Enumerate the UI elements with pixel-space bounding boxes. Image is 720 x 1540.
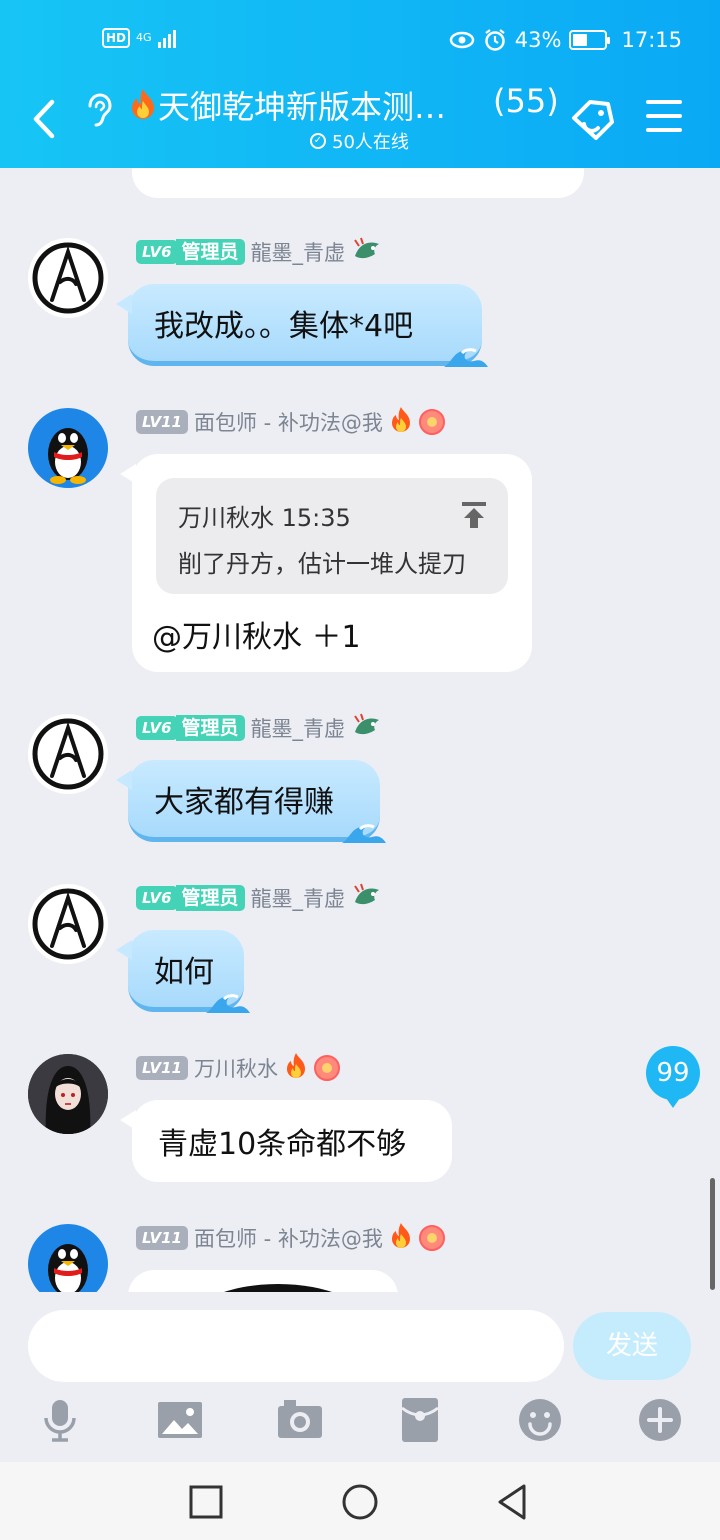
nav-bar: 天御乾坤新版本测… (55) ✓ 50人在线 — [0, 82, 720, 162]
avatar[interactable] — [28, 1224, 108, 1292]
avatar[interactable] — [28, 408, 108, 488]
message-text: @万川秋水 ＋1 — [152, 620, 361, 655]
eye-icon — [449, 31, 475, 49]
admin-badge: 管理员 — [175, 715, 245, 741]
quote-header: 万川秋水 15:35 — [178, 504, 351, 532]
battery-icon — [569, 30, 611, 50]
input-bar: 发送 — [0, 1292, 720, 1462]
back-icon[interactable] — [28, 96, 60, 142]
message-text: 大家都有得赚 — [154, 784, 334, 820]
recent-apps-icon[interactable] — [186, 1482, 226, 1522]
tag-link-icon[interactable] — [568, 96, 618, 146]
flower-icon — [418, 1225, 445, 1251]
system-nav-bar — [0, 1462, 720, 1540]
message-text: 我改成。。集体*4吧 — [154, 308, 414, 344]
sender-name[interactable]: 龍墨_青虚 — [251, 713, 346, 743]
group-title-text: 天御乾坤新版本测… — [158, 88, 447, 126]
fire-icon — [128, 87, 158, 121]
avatar[interactable] — [28, 238, 108, 318]
avatar[interactable] — [28, 714, 108, 794]
emoji-icon[interactable] — [518, 1398, 562, 1442]
sticker-image — [224, 1284, 332, 1292]
sender-info: LV6 管理员 龍墨_青虚 — [136, 712, 383, 745]
fire-icon — [389, 406, 413, 439]
fire-icon — [389, 1222, 413, 1255]
message-text: 如何 — [154, 954, 214, 990]
dragon-icon — [351, 712, 383, 745]
fire-icon — [284, 1052, 308, 1085]
plus-icon[interactable] — [638, 1398, 682, 1442]
online-status[interactable]: ✓ 50人在线 — [310, 128, 409, 154]
status-bar: HD 4G 43% 17:15 — [0, 26, 720, 58]
message-bubble-partial[interactable] — [132, 168, 584, 198]
dragon-icon — [351, 236, 383, 269]
message-list[interactable]: LV6 管理员 龍墨_青虚 我改成。。集体*4吧 LV11 面包师 - 补功法@… — [0, 168, 720, 1292]
avatar[interactable] — [28, 884, 108, 964]
level-badge: LV6 — [136, 716, 178, 740]
sender-info: LV11 面包师 - 补功法@我 — [136, 1222, 445, 1255]
sender-info: LV11 万川秋水 — [136, 1052, 340, 1085]
jump-to-top-icon[interactable] — [460, 500, 488, 530]
flower-icon — [313, 1055, 340, 1081]
camera-icon[interactable] — [278, 1398, 322, 1442]
level-badge: LV6 — [136, 240, 178, 264]
unread-count-badge[interactable]: 99 — [646, 1046, 700, 1108]
sender-name[interactable]: 面包师 - 补功法@我 — [194, 407, 383, 437]
signal-icon — [157, 28, 176, 48]
microphone-icon[interactable] — [38, 1398, 82, 1442]
level-badge: LV11 — [136, 410, 188, 434]
message-bubble[interactable]: 万川秋水 15:35 削了丹方，估计一堆人提刀 @万川秋水 ＋1 — [120, 454, 532, 672]
admin-badge: 管理员 — [175, 239, 245, 265]
flower-icon — [418, 409, 445, 435]
message-bubble[interactable]: 青虚10条命都不够 — [120, 1100, 452, 1182]
battery-percent: 43% — [514, 28, 562, 52]
network-label: 4G — [136, 31, 152, 44]
sender-info: LV6 管理员 龍墨_青虚 — [136, 236, 383, 269]
message-bubble[interactable]: 我改成。。集体*4吧 — [116, 284, 488, 367]
message-bubble[interactable]: 大家都有得赚 — [116, 760, 386, 843]
input-toolbar — [0, 1398, 720, 1446]
quoted-message[interactable]: 万川秋水 15:35 削了丹方，估计一堆人提刀 — [156, 478, 508, 594]
sender-info: LV6 管理员 龍墨_青虚 — [136, 882, 383, 915]
menu-icon[interactable] — [646, 100, 682, 132]
online-count: 50人在线 — [332, 132, 409, 153]
message-input[interactable] — [28, 1310, 564, 1382]
message-text: 青虚10条命都不够 — [158, 1127, 407, 1162]
level-badge: LV11 — [136, 1056, 188, 1080]
send-button[interactable]: 发送 — [573, 1312, 691, 1380]
wave-icon — [444, 348, 488, 367]
image-icon[interactable] — [158, 1398, 202, 1442]
message-bubble[interactable]: 如何 — [116, 930, 250, 1013]
sticker-bubble[interactable] — [128, 1270, 398, 1292]
back-nav-icon[interactable] — [494, 1482, 534, 1522]
sender-name[interactable]: 面包师 - 补功法@我 — [194, 1223, 383, 1253]
admin-badge: 管理员 — [175, 885, 245, 911]
member-count[interactable]: (55) — [493, 82, 559, 120]
chat-header: HD 4G 43% 17:15 天御乾坤新版本测… (55) ✓ 50人在线 — [0, 0, 720, 168]
red-packet-icon[interactable] — [398, 1398, 442, 1442]
group-title[interactable]: 天御乾坤新版本测… — [128, 82, 463, 128]
alarm-icon — [485, 29, 505, 51]
wave-icon — [342, 824, 386, 843]
level-badge: LV11 — [136, 1226, 188, 1250]
sender-name[interactable]: 龍墨_青虚 — [251, 237, 346, 267]
wave-icon — [206, 994, 250, 1013]
sender-name[interactable]: 龍墨_青虚 — [251, 883, 346, 913]
avatar[interactable] — [28, 1054, 108, 1134]
scrollbar[interactable] — [710, 1178, 715, 1290]
dragon-icon — [351, 882, 383, 915]
sender-info: LV11 面包师 - 补功法@我 — [136, 406, 445, 439]
level-badge: LV6 — [136, 886, 178, 910]
ear-icon[interactable] — [82, 92, 114, 128]
home-icon[interactable] — [340, 1482, 380, 1522]
sender-name[interactable]: 万川秋水 — [194, 1053, 278, 1083]
online-check-icon: ✓ — [310, 133, 326, 149]
clock: 17:15 — [621, 28, 682, 52]
quote-text: 削了丹方，估计一堆人提刀 — [178, 550, 466, 578]
hd-icon: HD — [102, 28, 131, 48]
